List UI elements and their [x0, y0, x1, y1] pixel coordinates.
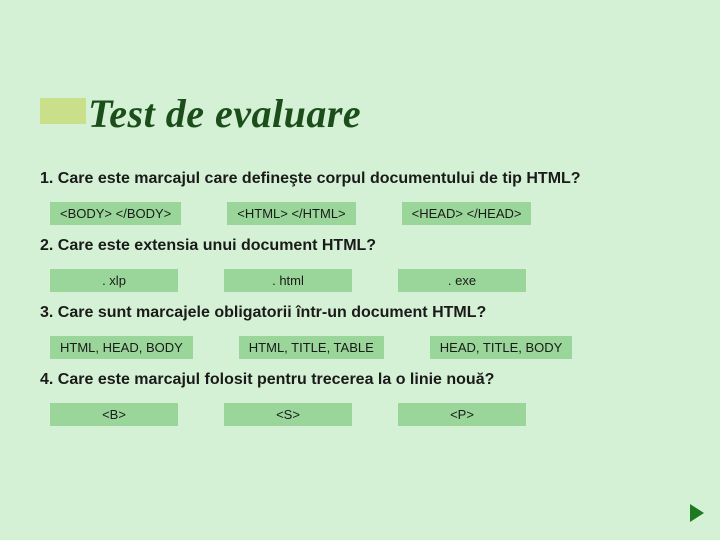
question-4-options: <B> <S> <P> — [40, 403, 680, 426]
question-2-options: . xlp . html . exe — [40, 269, 680, 292]
q2-option-c[interactable]: . exe — [398, 269, 526, 292]
q2-option-a[interactable]: . xlp — [50, 269, 178, 292]
q4-option-b[interactable]: <S> — [224, 403, 352, 426]
question-4-num: 4. — [40, 371, 53, 388]
question-1-options: <BODY> </BODY> <HTML> </HTML> <HEAD> </H… — [40, 202, 680, 225]
question-3-num: 3. — [40, 304, 53, 321]
q1-option-c[interactable]: <HEAD> </HEAD> — [402, 202, 532, 225]
question-2-num: 2. — [40, 237, 53, 254]
question-1-body: Care este marcajul care defineşte corpul… — [58, 170, 581, 187]
page-title: Test de evaluare — [88, 90, 361, 137]
title-accent — [40, 98, 86, 124]
question-3-body: Care sunt marcajele obligatorii într-un … — [58, 304, 486, 321]
question-2-body: Care este extensia unui document HTML? — [58, 237, 376, 254]
questions-container: 1. Care este marcajul care defineşte cor… — [40, 170, 680, 438]
q1-option-a[interactable]: <BODY> </BODY> — [50, 202, 181, 225]
q3-option-c[interactable]: HEAD, TITLE, BODY — [430, 336, 573, 359]
q3-option-a[interactable]: HTML, HEAD, BODY — [50, 336, 193, 359]
q2-option-b[interactable]: . html — [224, 269, 352, 292]
question-4-text: 4. Care este marcajul folosit pentru tre… — [40, 371, 680, 389]
question-1-text: 1. Care este marcajul care defineşte cor… — [40, 170, 680, 188]
next-arrow-icon[interactable] — [690, 504, 704, 522]
question-3-text: 3. Care sunt marcajele obligatorii într-… — [40, 304, 680, 322]
q1-option-b[interactable]: <HTML> </HTML> — [227, 202, 355, 225]
q3-option-b[interactable]: HTML, TITLE, TABLE — [239, 336, 384, 359]
q4-option-c[interactable]: <P> — [398, 403, 526, 426]
question-3-options: HTML, HEAD, BODY HTML, TITLE, TABLE HEAD… — [40, 336, 680, 359]
q4-option-a[interactable]: <B> — [50, 403, 178, 426]
question-1-num: 1. — [40, 170, 53, 187]
question-2-text: 2. Care este extensia unui document HTML… — [40, 237, 680, 255]
question-4-body: Care este marcajul folosit pentru trecer… — [58, 371, 495, 388]
